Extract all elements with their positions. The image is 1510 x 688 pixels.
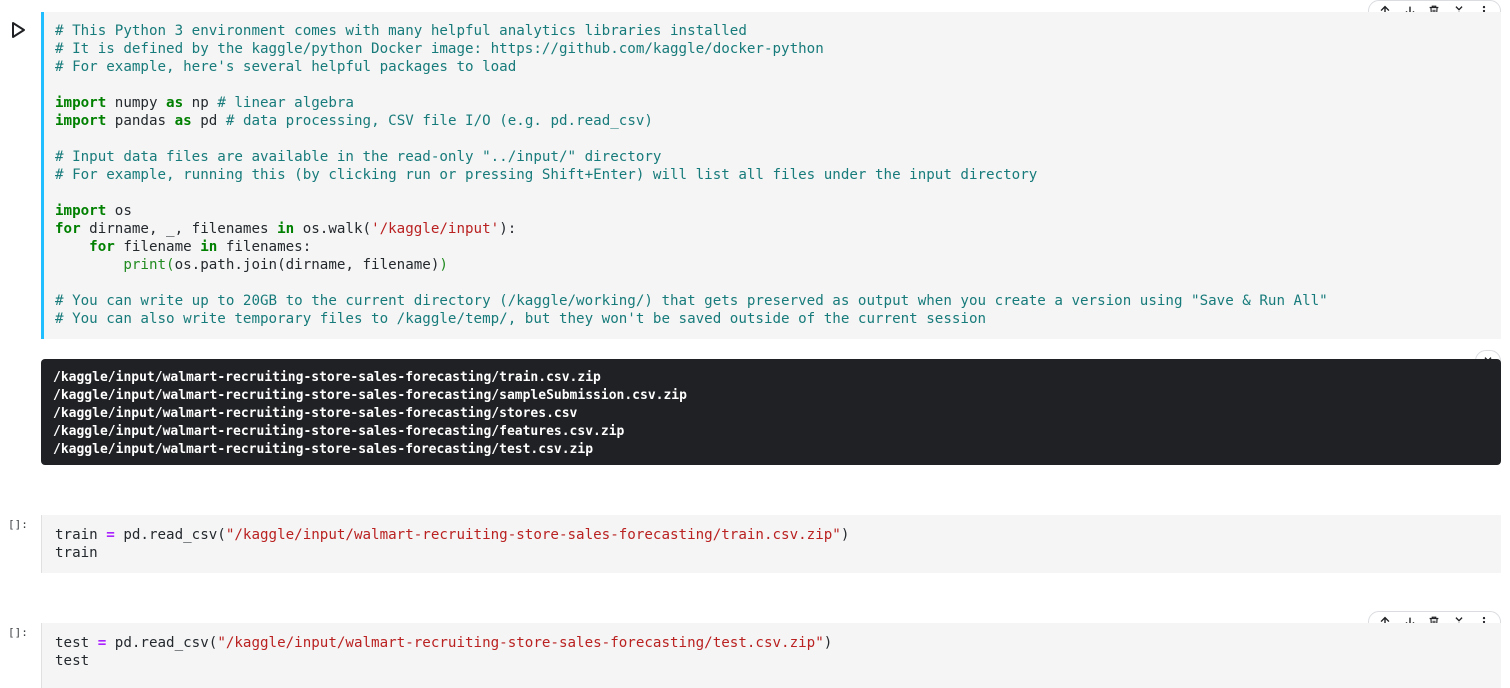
- code-line: import os: [55, 203, 132, 219]
- code-line: # You can write up to 20GB to the curren…: [55, 293, 1328, 309]
- output-line: /kaggle/input/walmart-recruiting-store-s…: [53, 406, 578, 421]
- code-editor[interactable]: train = pd.read_csv("/kaggle/input/walma…: [42, 515, 1501, 562]
- code-cell[interactable]: train = pd.read_csv("/kaggle/input/walma…: [41, 515, 1501, 573]
- code-editor[interactable]: # This Python 3 environment comes with m…: [44, 12, 1501, 328]
- code-line: train: [55, 545, 98, 561]
- code-line: import numpy as np # linear algebra: [55, 95, 354, 111]
- code-line: for dirname, _, filenames in os.walk('/k…: [55, 221, 517, 237]
- output-line: /kaggle/input/walmart-recruiting-store-s…: [53, 388, 687, 403]
- code-line: # For example, here's several helpful pa…: [55, 59, 517, 75]
- code-line: # Input data files are available in the …: [55, 149, 662, 165]
- code-line: test = pd.read_csv("/kaggle/input/walmar…: [55, 635, 833, 651]
- output-text: /kaggle/input/walmart-recruiting-store-s…: [41, 359, 1501, 459]
- code-line: # It is defined by the kaggle/python Doc…: [55, 41, 824, 57]
- code-cell[interactable]: # This Python 3 environment comes with m…: [41, 12, 1501, 339]
- code-editor[interactable]: test = pd.read_csv("/kaggle/input/walmar…: [42, 623, 1501, 670]
- code-line: # For example, running this (by clicking…: [55, 167, 1038, 183]
- code-line: test: [55, 653, 90, 669]
- code-line: print(os.path.join(dirname, filename)): [123, 257, 448, 273]
- cell-output: /kaggle/input/walmart-recruiting-store-s…: [41, 359, 1501, 465]
- code-line: train = pd.read_csv("/kaggle/input/walma…: [55, 527, 850, 543]
- play-icon: [12, 22, 25, 38]
- code-line: for filename in filenames:: [89, 239, 312, 255]
- code-line: # You can also write temporary files to …: [55, 311, 987, 327]
- code-cell[interactable]: test = pd.read_csv("/kaggle/input/walmar…: [41, 623, 1501, 688]
- run-cell-button[interactable]: [8, 20, 28, 40]
- code-line: # This Python 3 environment comes with m…: [55, 23, 747, 39]
- output-line: /kaggle/input/walmart-recruiting-store-s…: [53, 424, 625, 439]
- execution-prompt: []:: [8, 626, 28, 639]
- output-line: /kaggle/input/walmart-recruiting-store-s…: [53, 370, 601, 385]
- code-line: import pandas as pd # data processing, C…: [55, 113, 653, 129]
- output-line: /kaggle/input/walmart-recruiting-store-s…: [53, 442, 594, 457]
- execution-prompt: []:: [8, 518, 28, 531]
